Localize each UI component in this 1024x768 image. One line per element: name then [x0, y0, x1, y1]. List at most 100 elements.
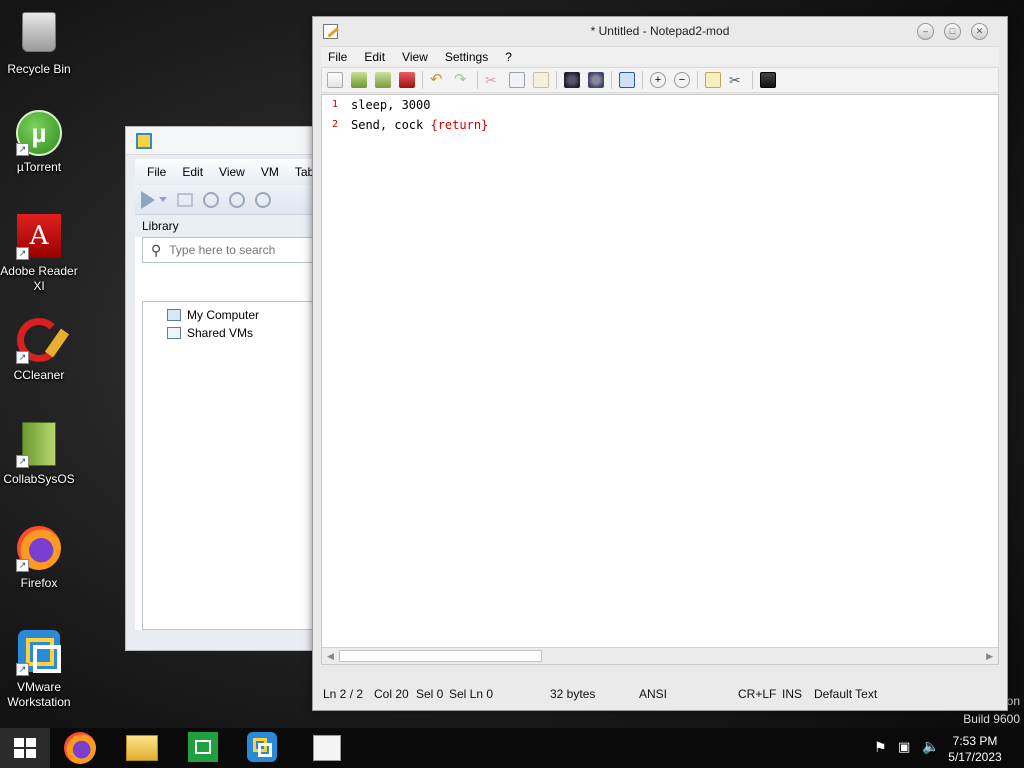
menu-edit[interactable]: Edit	[182, 165, 203, 179]
code-line: Send, cock {return}	[351, 118, 489, 132]
toolbar-separator	[477, 71, 478, 89]
scroll-left-icon[interactable]: ◀	[327, 651, 334, 662]
desktop-icon-label: Adobe Reader XI	[0, 264, 78, 293]
code-text[interactable]: sleep, 3000 Send, cock {return}	[351, 95, 998, 648]
menu-edit[interactable]: Edit	[364, 50, 385, 64]
vmware-menu-bar: File Edit View VM Tabs	[135, 159, 324, 185]
vmware-title-bar[interactable]	[126, 127, 324, 155]
firefox-icon: ↗	[16, 526, 62, 572]
tree-item-my-computer[interactable]: My Computer	[143, 306, 324, 324]
close-button[interactable]: ✕	[971, 23, 988, 40]
taskbar-notepad[interactable]	[313, 732, 347, 764]
shortcut-arrow-icon: ↗	[16, 455, 29, 468]
menu-file[interactable]: File	[328, 50, 347, 64]
menu-view[interactable]: View	[219, 165, 245, 179]
snapshot-icon[interactable]	[203, 191, 219, 208]
notepad-window[interactable]: * Untitled - Notepad2-mod – □ ✕ File Edi…	[312, 16, 1008, 711]
scrollbar-thumb[interactable]	[339, 650, 542, 662]
desktop-icon-label: CollabSysOS	[3, 472, 75, 486]
snapshot-manager-icon[interactable]	[255, 191, 271, 208]
vmware-icon	[247, 732, 277, 762]
desktop-icon-ccleaner[interactable]: ↗ CCleaner	[0, 318, 78, 383]
toolbar-separator	[697, 71, 698, 89]
taskbar-firefox[interactable]	[64, 732, 98, 764]
toolbar-separator	[556, 71, 557, 89]
clock-time: 7:53 PM	[952, 734, 998, 748]
editor-area[interactable]: 1 2 sleep, 3000 Send, cock {return} ◀ ▶	[321, 94, 999, 665]
new-file-icon[interactable]	[327, 72, 343, 88]
toolbar-separator	[422, 71, 423, 89]
shortcut-arrow-icon: ↗	[16, 663, 29, 676]
library-search-input[interactable]	[169, 243, 290, 257]
computer-icon	[167, 309, 181, 321]
desktop-icon-adobe-reader[interactable]: A ↗ Adobe Reader XI	[0, 214, 78, 294]
code-line: sleep, 3000	[351, 98, 431, 112]
firefox-icon	[64, 732, 96, 764]
taskbar-file-explorer[interactable]	[126, 732, 160, 764]
volume-muted-icon[interactable]: 🔈	[922, 738, 939, 755]
desktop-watermark-fragment: on	[1006, 694, 1020, 708]
word-wrap-icon[interactable]	[619, 72, 635, 88]
copy-icon[interactable]	[509, 72, 525, 88]
settings-tools-icon[interactable]: ✂	[729, 72, 745, 88]
exit-icon[interactable]	[760, 72, 776, 88]
status-bar: Ln 2 / 2 Col 20 Sel 0 Sel Ln 0 32 bytes …	[321, 683, 999, 705]
horizontal-scrollbar[interactable]: ◀ ▶	[322, 647, 998, 664]
scroll-right-icon[interactable]: ▶	[986, 651, 993, 662]
start-button[interactable]	[0, 728, 50, 768]
search-icon: ⚲	[151, 241, 162, 258]
redo-icon[interactable]: ↷	[454, 72, 470, 88]
save-icon[interactable]	[399, 72, 415, 88]
revert-snapshot-icon[interactable]	[229, 191, 245, 208]
toolbar-separator	[611, 71, 612, 89]
library-search-box[interactable]: ⚲	[142, 237, 324, 263]
zoom-out-icon[interactable]: −	[674, 72, 690, 88]
cut-icon[interactable]: ✂	[485, 72, 501, 88]
action-center-flag-icon[interactable]: ⚑	[874, 739, 887, 756]
shortcut-arrow-icon: ↗	[16, 143, 29, 156]
suspend-icon[interactable]	[177, 192, 193, 207]
open-folder-icon[interactable]	[351, 72, 367, 88]
browse-icon[interactable]	[375, 72, 391, 88]
chevron-down-icon[interactable]	[159, 197, 167, 202]
notepad-title-bar[interactable]: * Untitled - Notepad2-mod – □ ✕	[313, 17, 1007, 45]
undo-icon[interactable]: ↶	[430, 72, 446, 88]
menu-vm[interactable]: VM	[261, 165, 279, 179]
desktop-icon-collabsysos[interactable]: ↗ CollabSysOS	[0, 422, 78, 487]
system-clock[interactable]: 7:53 PM 5/17/2023	[940, 733, 1010, 765]
file-explorer-icon	[126, 735, 158, 761]
status-column: Col 20	[374, 687, 409, 701]
desktop-icon-firefox[interactable]: ↗ Firefox	[0, 526, 78, 591]
network-icon[interactable]: ▣	[898, 739, 910, 755]
minimize-button[interactable]: –	[917, 23, 934, 40]
menu-settings[interactable]: Settings	[445, 50, 488, 64]
menu-file[interactable]: File	[147, 165, 166, 179]
maximize-button[interactable]: □	[944, 23, 961, 40]
power-on-icon[interactable]	[141, 190, 155, 209]
desktop-icon-label: VMware Workstation	[7, 680, 71, 709]
menu-help[interactable]: ?	[505, 50, 512, 64]
desktop-icon-utorrent[interactable]: µ ↗ µTorrent	[0, 110, 78, 175]
paste-icon[interactable]	[533, 72, 549, 88]
zoom-in-icon[interactable]: +	[650, 72, 666, 88]
scheme-icon[interactable]	[705, 72, 721, 88]
desktop-icon-label: Firefox	[20, 576, 58, 590]
vmware-toolbar	[135, 185, 324, 215]
find-icon[interactable]	[564, 72, 580, 88]
notepad-menu-bar: File Edit View Settings ?	[321, 46, 999, 66]
menu-view[interactable]: View	[402, 50, 428, 64]
taskbar-vmware[interactable]	[247, 732, 281, 764]
recycle-bin-icon	[16, 12, 62, 58]
desktop-icon-recycle-bin[interactable]: Recycle Bin	[0, 8, 78, 77]
vmware-window[interactable]: File Edit View VM Tabs Library ⚲ My Comp…	[125, 126, 325, 651]
tree-item-shared-vms[interactable]: Shared VMs	[143, 324, 324, 342]
desktop-icon-label: µTorrent	[16, 160, 62, 174]
vmware-app-icon	[136, 133, 152, 149]
replace-icon[interactable]	[588, 72, 604, 88]
taskbar-store[interactable]	[188, 732, 222, 764]
desktop-build-label: Build 9600	[963, 712, 1020, 726]
shortcut-arrow-icon: ↗	[16, 559, 29, 572]
library-tree: My Computer Shared VMs	[142, 301, 324, 630]
desktop-icon-vmware[interactable]: ↗ VMware Workstation	[0, 630, 78, 710]
line-number: 2	[331, 119, 339, 130]
